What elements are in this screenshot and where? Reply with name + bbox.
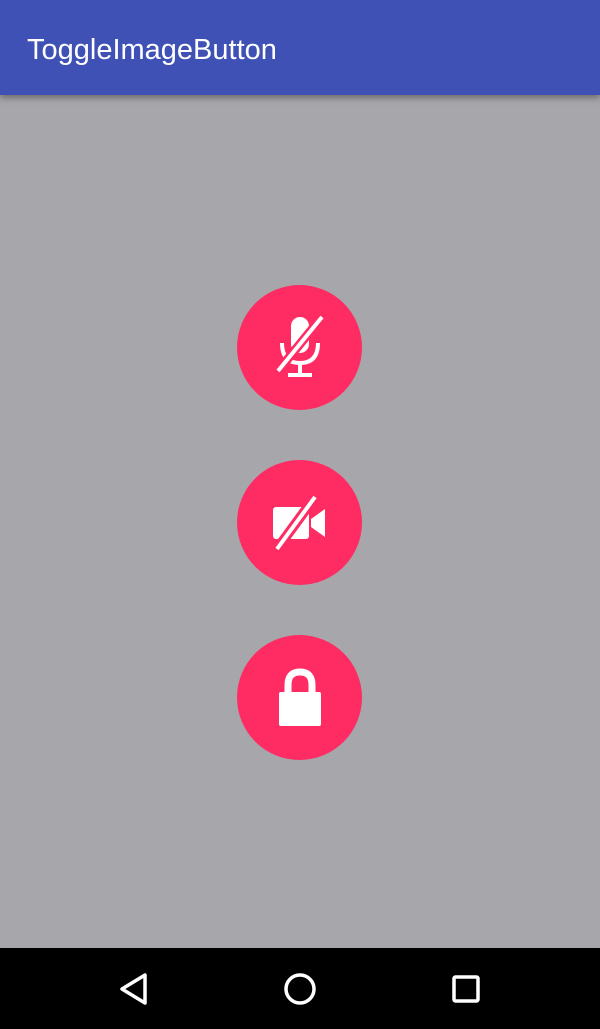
app-screen: ToggleImageButton [0,0,600,1029]
lock-toggle-button[interactable] [237,635,362,760]
mic-off-icon [274,313,325,377]
videocam-off-icon [272,494,325,551]
nav-recents-button[interactable] [416,948,516,1029]
back-icon [120,972,147,1005]
home-icon [284,972,316,1005]
lock-icon [278,667,321,726]
app-title: ToggleImageButton [27,34,277,66]
recents-icon [452,974,480,1003]
app-bar: ToggleImageButton [0,0,600,95]
nav-home-button[interactable] [250,948,350,1029]
mic-toggle-button[interactable] [237,285,362,410]
navigation-bar [0,948,600,1029]
video-toggle-button[interactable] [237,460,362,585]
content-area [0,95,600,948]
nav-back-button[interactable] [84,948,184,1029]
